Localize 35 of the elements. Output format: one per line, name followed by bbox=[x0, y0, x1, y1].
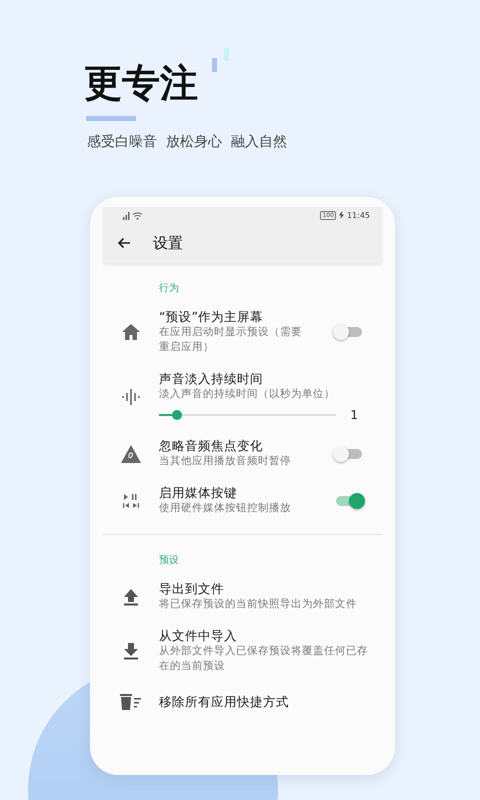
toolbar-title: 设置 bbox=[153, 234, 183, 252]
setting-title: 声音淡入持续时间 bbox=[159, 371, 264, 387]
setting-title: 从文件中导入 bbox=[159, 628, 238, 644]
setting-title: 导出到文件 bbox=[159, 581, 225, 597]
setting-description: 将已保存预设的当前快照导出为外部文件 bbox=[159, 597, 358, 612]
toggle-switch[interactable] bbox=[336, 327, 362, 337]
section-header: 预设 bbox=[159, 554, 180, 567]
tagline: 感受白噪音 放松身心 融入自然 bbox=[87, 133, 288, 151]
media-controls-icon bbox=[121, 492, 141, 510]
toggle-switch[interactable] bbox=[336, 448, 362, 458]
setting-description: 在应用启动时显示预设（需要重启应用） bbox=[159, 325, 303, 355]
underline-decoration bbox=[86, 116, 136, 121]
slider-value: 1 bbox=[350, 408, 358, 422]
charging-icon bbox=[338, 211, 344, 219]
sound-wave-icon bbox=[121, 386, 141, 406]
slider-thumb[interactable] bbox=[172, 410, 182, 420]
setting-description: 当其他应用播放音频时暂停 bbox=[159, 454, 292, 469]
signal-wifi-icon bbox=[121, 210, 143, 220]
headline: 更专注 bbox=[84, 60, 198, 106]
setting-title: 忽略音频焦点变化 bbox=[159, 438, 264, 454]
setting-description: 从外部文件导入已保存预设将覆盖任何已存在的当前预设 bbox=[159, 644, 369, 674]
upload-icon bbox=[123, 588, 139, 606]
setting-title: 启用媒体按键 bbox=[159, 485, 238, 501]
setting-description: 使用硬件媒体按钮控制播放 bbox=[159, 501, 292, 516]
trash-list-icon bbox=[120, 694, 142, 710]
section-header: 行为 bbox=[159, 282, 180, 295]
warning-ear-icon bbox=[120, 444, 142, 464]
status-time: 11:45 bbox=[346, 210, 370, 220]
home-icon bbox=[121, 323, 141, 341]
back-arrow-icon[interactable] bbox=[117, 237, 131, 249]
setting-title: 移除所有应用快捷方式 bbox=[159, 694, 290, 710]
setting-description: 淡入声音的持续时间（以秒为单位） bbox=[159, 387, 336, 402]
toggle-switch[interactable] bbox=[336, 496, 362, 506]
setting-title: “预设”作为主屏幕 bbox=[159, 309, 264, 325]
download-icon bbox=[123, 642, 139, 660]
